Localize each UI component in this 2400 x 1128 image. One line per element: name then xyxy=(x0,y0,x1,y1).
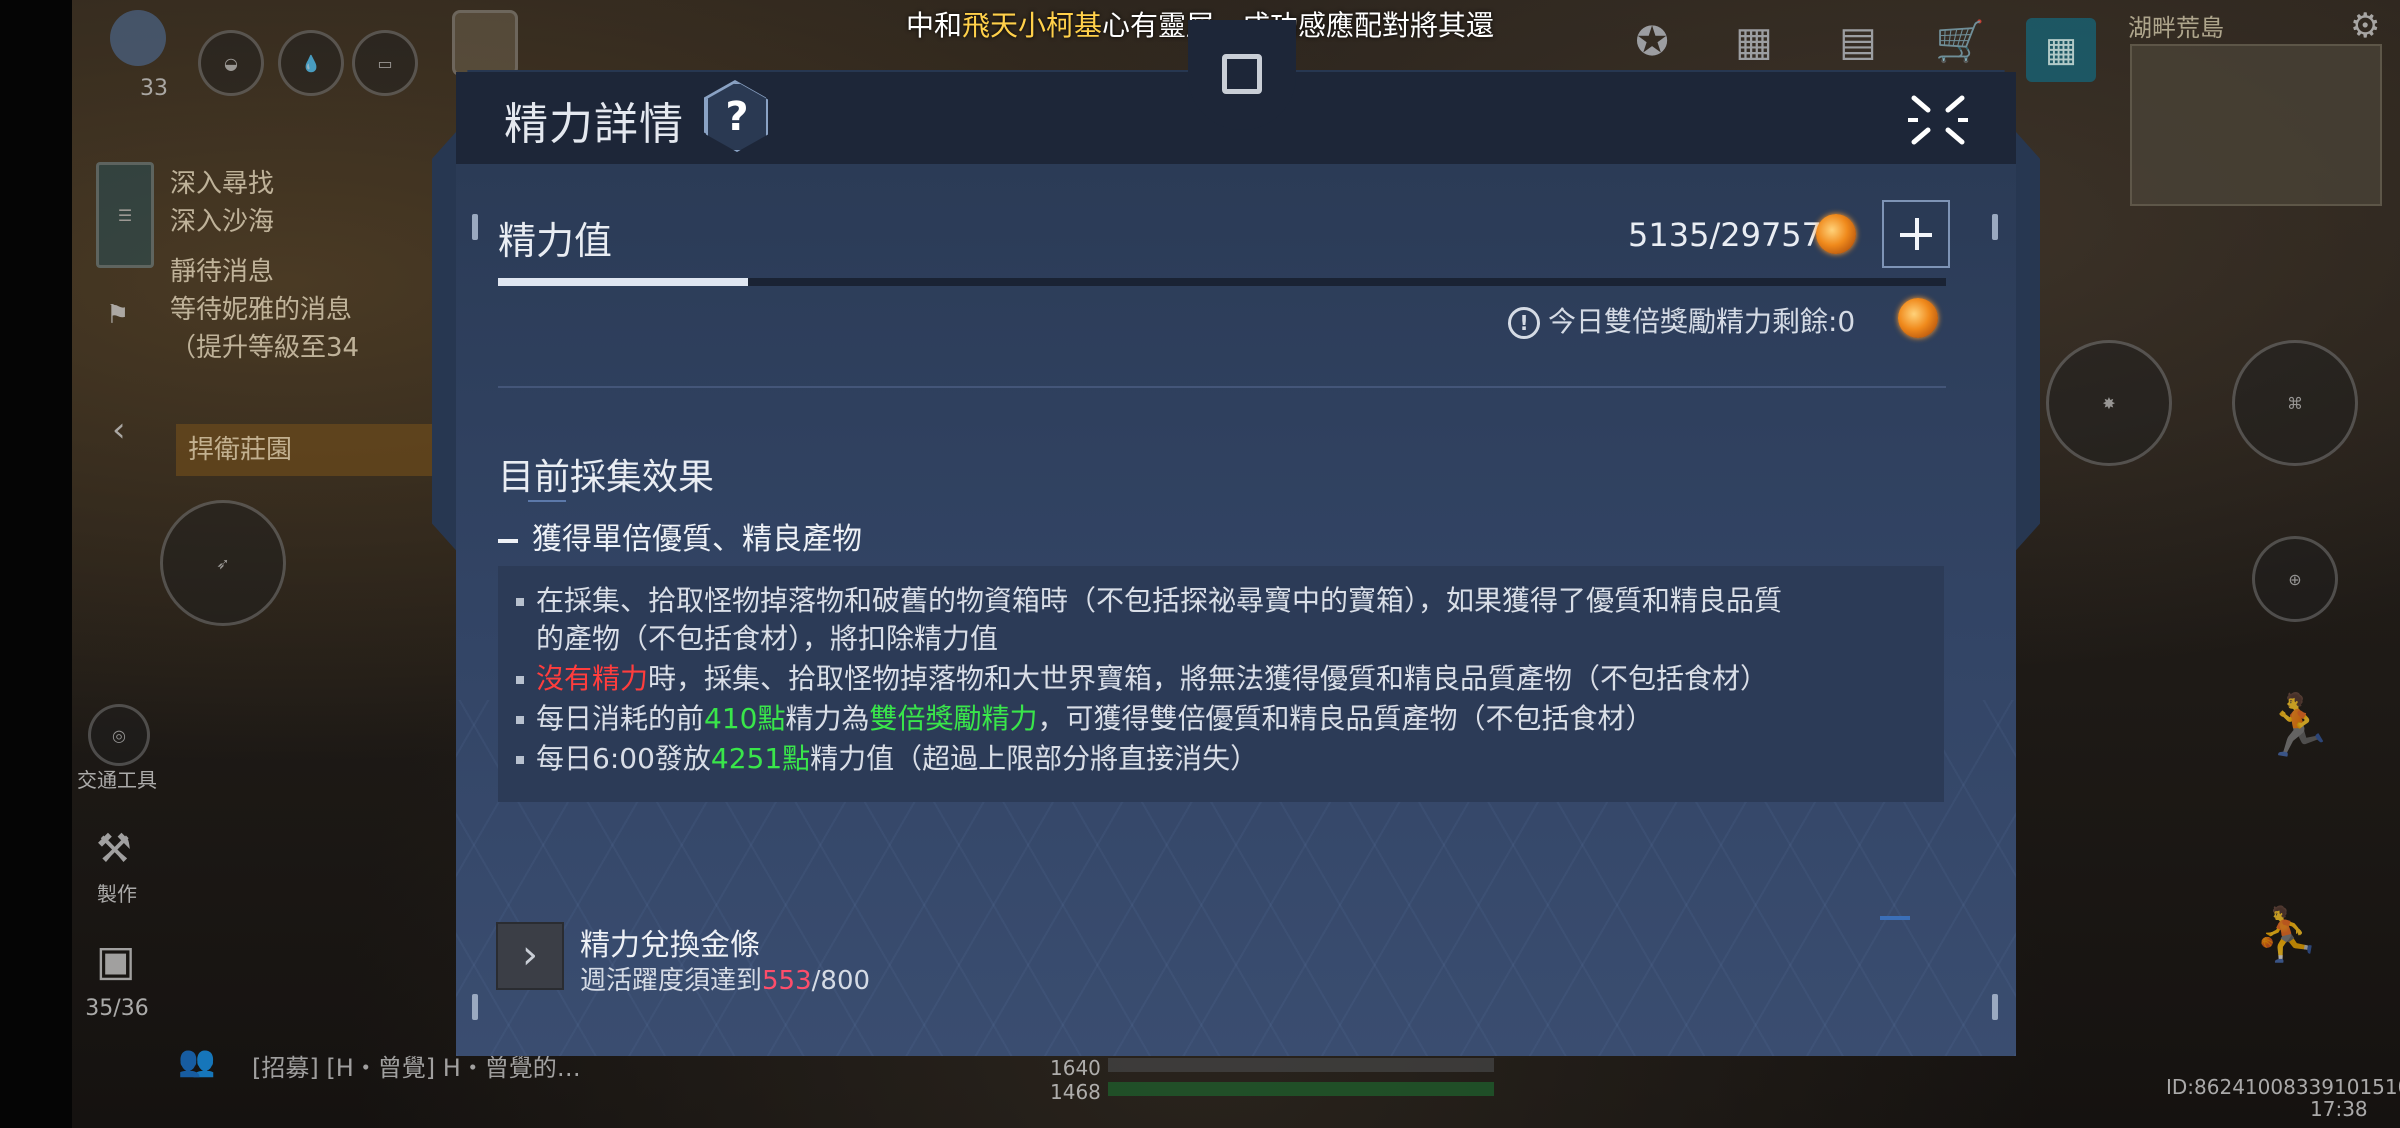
title-accent xyxy=(528,500,566,502)
window-toggle-icon[interactable] xyxy=(1222,54,1262,94)
bullet-icon xyxy=(516,598,524,606)
stamina-bar xyxy=(1108,1082,1494,1096)
attack-skill-icon[interactable]: ✸ xyxy=(2046,340,2172,466)
rule-1-cont: 的產物（不包括食材），將扣除精力值 xyxy=(536,622,999,655)
quest-clipboard-icon[interactable]: ☰ xyxy=(96,162,154,268)
stomach-icon[interactable]: ◒ xyxy=(198,30,264,96)
bullet-icon xyxy=(516,756,524,764)
craft-label: 製作 xyxy=(97,882,137,906)
quest-tracker[interactable]: 深入尋找 深入沙海 靜待消息 等待妮雅的消息 （提升等級至34 xyxy=(170,165,430,367)
pet-avatar[interactable] xyxy=(452,10,518,76)
rule-4: 每日6:00發放4251點精力值（超過上限部分將直接消失） xyxy=(516,740,1258,778)
effect-subhead: 獲得單倍優質、精良產物 xyxy=(498,514,862,558)
exchange-requirement: 週活躍度須達到553/800 xyxy=(580,966,871,996)
dialog-title: 精力詳情 xyxy=(504,99,684,150)
energy-value: 5135/29757 xyxy=(1628,216,1823,254)
chevron-right-icon: › xyxy=(522,932,538,978)
current-effect-title: 目前採集效果 xyxy=(498,457,715,498)
net-skill-icon[interactable]: ⌘ xyxy=(2232,340,2358,466)
dash-icon xyxy=(498,538,518,543)
collapse-arrow-icon[interactable]: ‹ xyxy=(112,410,126,450)
player-avatar[interactable] xyxy=(110,10,166,66)
right-edge-tick-bottom xyxy=(1992,994,1998,1020)
accent-dash xyxy=(1880,916,1910,920)
left-edge-tick xyxy=(472,214,478,240)
bullet-icon[interactable]: ➶ xyxy=(160,500,286,626)
exchange-expand-button[interactable]: › xyxy=(496,922,564,990)
info-icon[interactable]: ! xyxy=(1508,307,1540,339)
energy-orb-icon xyxy=(1816,214,1856,254)
rule-2: 沒有精力時，採集、拾取怪物掉落物和大世界寶箱，將無法獲得優質和精良品質產物（不包… xyxy=(516,660,1768,698)
exchange-title: 精力兌換金條 xyxy=(580,928,760,963)
minimap[interactable] xyxy=(2130,44,2382,206)
friends-icon[interactable]: 👥 xyxy=(178,1044,215,1079)
bullet-icon xyxy=(516,716,524,724)
flag-icon[interactable]: ⚑ xyxy=(106,300,129,330)
left-edge-tick-bottom xyxy=(472,994,478,1020)
book-icon[interactable]: ▤ xyxy=(1828,14,1888,70)
health-value: 1640 xyxy=(1050,1056,1101,1080)
transport-label: 交通工具 xyxy=(77,768,157,792)
hammer-icon[interactable]: ⚒ xyxy=(96,826,132,872)
clock-time: 17:38 xyxy=(2310,1097,2368,1121)
close-icon xyxy=(1908,95,1968,145)
health-bar xyxy=(1108,1058,1494,1072)
right-edge-tick xyxy=(1992,214,1998,240)
bullet-icon xyxy=(516,676,524,684)
device-id: ID:862410083391015108 xyxy=(2166,1075,2400,1099)
settings-gear-icon[interactable]: ⚙ xyxy=(2350,6,2380,46)
energy-progress-fill xyxy=(498,278,748,286)
rule-1: 在採集、拾取怪物掉落物和破舊的物資箱時（不包括探祕尋寶中的寶箱），如果獲得了優質… xyxy=(516,582,1782,620)
steering-wheel-icon[interactable]: ◎ xyxy=(88,704,150,766)
menu-grid-icon[interactable]: ▦ xyxy=(2026,18,2096,82)
energy-orb-icon-small xyxy=(1898,298,1938,338)
player-level: 33 xyxy=(140,76,168,101)
add-energy-button[interactable] xyxy=(1882,200,1950,268)
rules-box: 在採集、拾取怪物掉落物和破舊的物資箱時（不包括探祕尋寶中的寶箱），如果獲得了優質… xyxy=(498,566,1944,802)
pill-icon[interactable]: ▭ xyxy=(352,30,418,96)
section-divider xyxy=(498,386,1946,388)
double-bonus-remaining: ! 今日雙倍獎勵精力剩餘:0 xyxy=(1508,300,1855,340)
shield-value: 1468 xyxy=(1050,1080,1101,1104)
jump-icon[interactable]: 🏃 xyxy=(2260,690,2335,761)
water-icon[interactable]: 💧 xyxy=(278,30,344,96)
energy-label: 精力值 xyxy=(498,219,613,263)
screen-edge xyxy=(0,0,72,1128)
map-title: 湖畔荒島 xyxy=(2128,14,2224,42)
rule-3: 每日消耗的前410點精力為雙倍獎勵精力，可獲得雙倍優質和精良品質產物（不包括食材… xyxy=(516,700,1654,738)
energy-progress-bar xyxy=(498,278,1946,286)
cart-icon[interactable]: 🛒 xyxy=(1930,14,1990,70)
aim-crosshair-icon[interactable]: ⊕ xyxy=(2252,536,2338,622)
emblem-icon[interactable]: ✪ xyxy=(1622,14,1682,70)
crouch-icon[interactable]: ⛹ xyxy=(2254,904,2319,965)
backpack-icon[interactable]: ▣ xyxy=(96,936,136,985)
bag-count: 35/36 xyxy=(85,996,149,1021)
close-button[interactable] xyxy=(1906,92,1970,148)
guard-manor-banner[interactable]: 捍衛莊園 xyxy=(176,424,440,476)
calendar-icon[interactable]: ▦ xyxy=(1724,14,1784,70)
